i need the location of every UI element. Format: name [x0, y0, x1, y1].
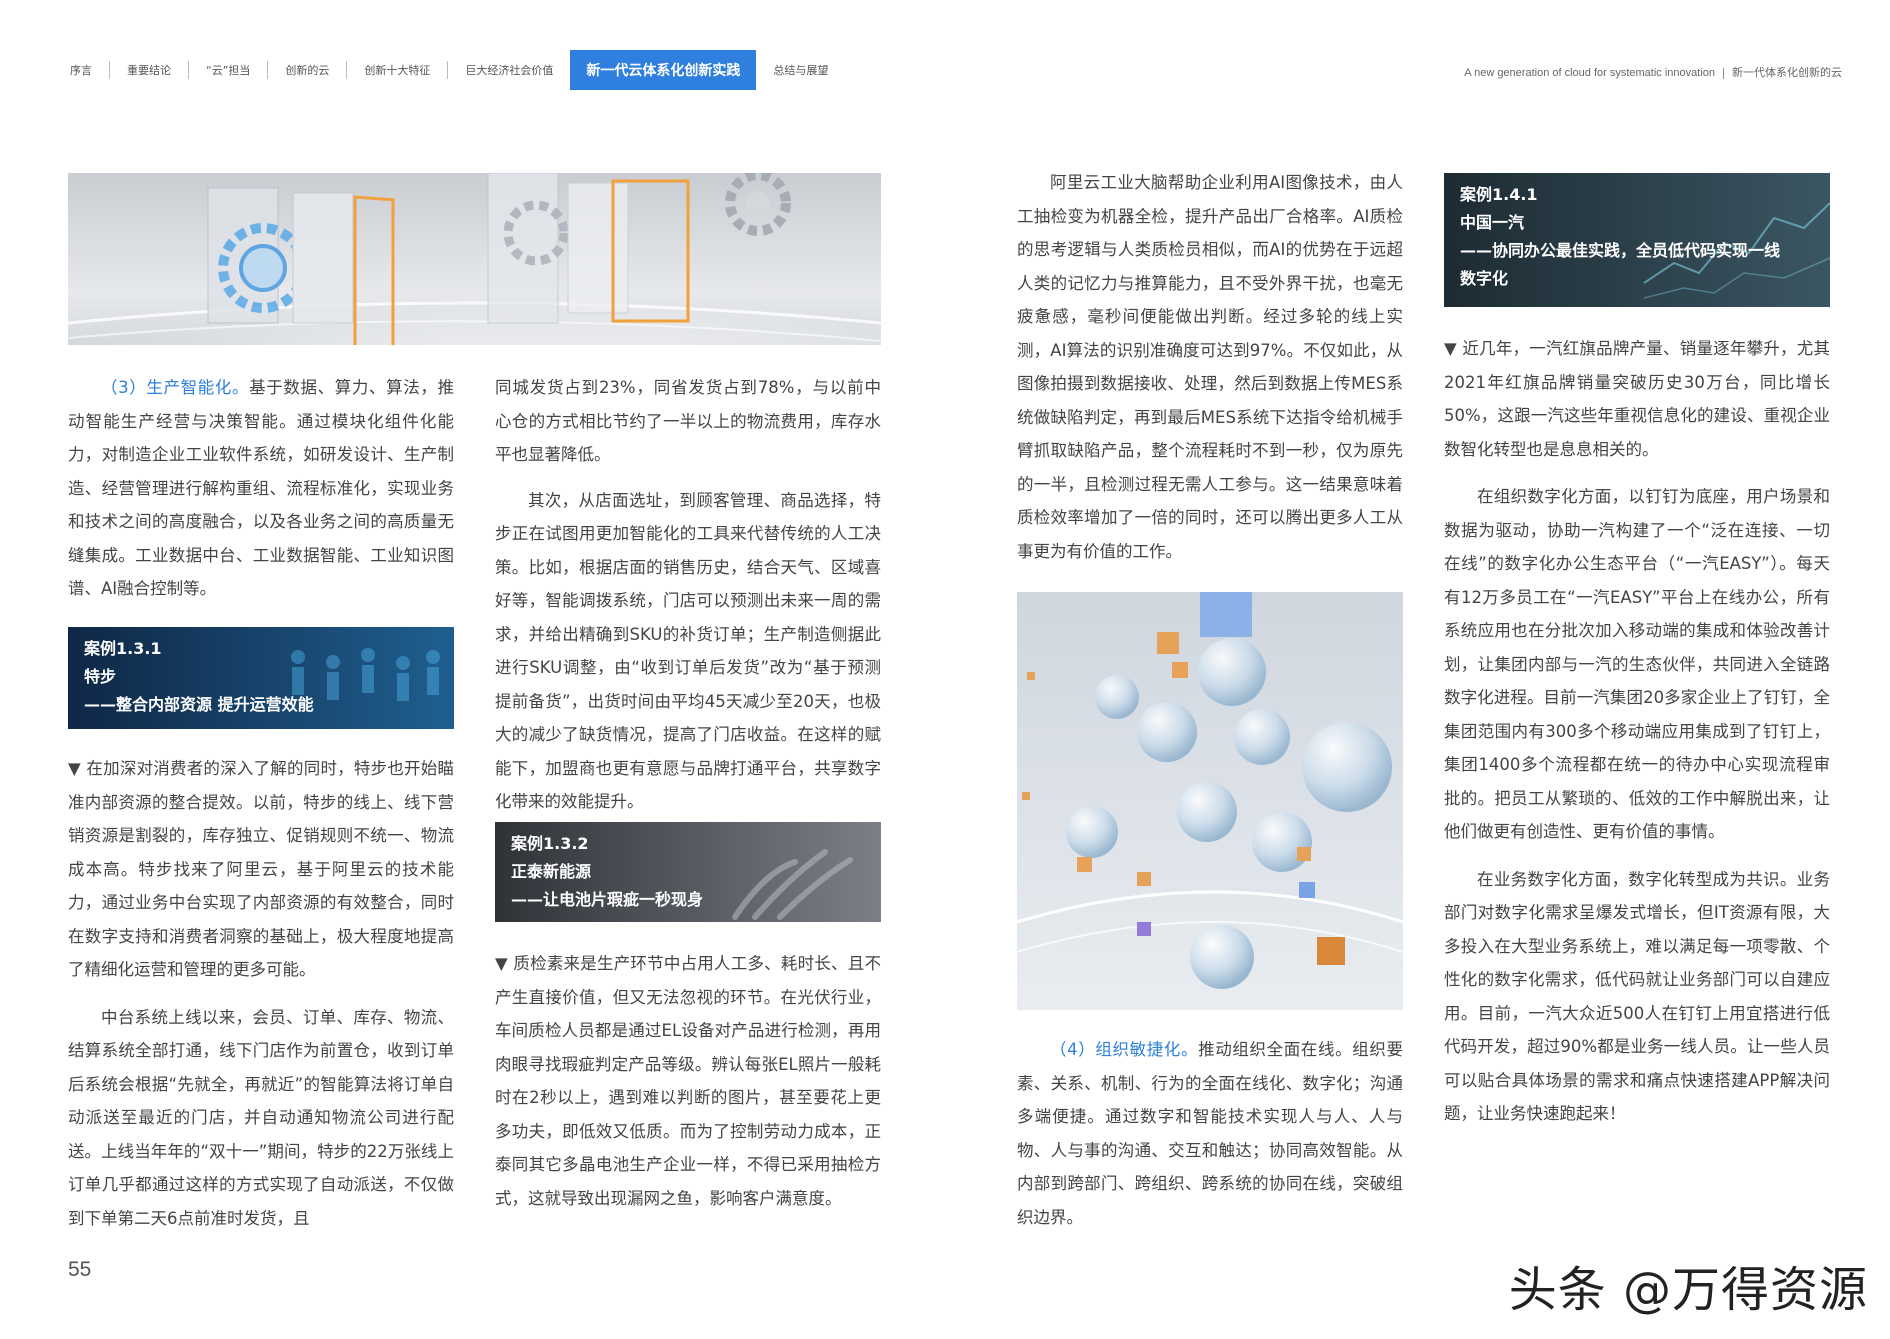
case-card-1-3-1: 案例1.3.1 特步 ——整合内部资源 提升运营效能 — [68, 627, 454, 729]
case-number: 案例1.4.1 — [1460, 185, 1538, 204]
nav-item-socioeconomic-value[interactable]: 巨大经济社会价值 — [448, 50, 570, 90]
nav-item-ten-features[interactable]: 创新十大特征 — [347, 50, 447, 90]
paragraph-smart-decisions: 其次，从店面选址，到顾客管理、商品选择，特步正在试图用更加智能化的工具来代替传统… — [495, 490, 881, 812]
paragraph-faw-growth: ▼ 近几年，一汽红旗品牌产量、销量逐年攀升，尤其2021年红旗品牌销量突破历史3… — [1444, 339, 1830, 459]
tagline-en: A new generation of cloud for systematic… — [1464, 67, 1715, 79]
tagline-divider — [1723, 67, 1724, 79]
page-number: 55 — [68, 1258, 92, 1281]
case-company: 正泰新能源 — [511, 862, 592, 881]
paragraph-middle-platform: 中台系统上线以来，会员、订单、库存、物流、结算系统全部打通，线下门店作为前置仓，… — [68, 1007, 454, 1228]
paragraph-xtep-integration: ▼ 在加深对消费者的深入了解的同时，特步也开始瞄准内部资源的整合提效。以前，特步… — [68, 759, 454, 979]
case-subtitle: ——协同办公最佳实践，全员低代码实现一线 — [1460, 241, 1781, 260]
paragraph-body: 基于数据、算力、算法，推动智能生产经营与决策智能。通过模块化组件化能力，对制造企… — [68, 378, 454, 598]
spheres-illustration — [1017, 592, 1403, 1010]
case-subtitle: ——整合内部资源 提升运营效能 — [84, 695, 314, 714]
top-nav: 序言 重要结论 “云”担当 创新的云 创新十大特征 巨大经济社会价值 新一代云体… — [62, 50, 845, 90]
column-1-lower: ▼ 在加深对消费者的深入了解的同时，特步也开始瞄准内部资源的整合提效。以前，特步… — [68, 752, 454, 1235]
nav-item-summary-outlook[interactable]: 总结与展望 — [756, 50, 845, 90]
case-card-1-3-2: 案例1.3.2 正泰新能源 ——让电池片瑕疵一秒现身 — [495, 822, 881, 922]
watermark: 头条 @万得资源 — [1508, 1262, 1868, 1318]
paragraph-body: 推动组织全面在线。组织要素、关系、机制、行为的全面在线化、数字化；沟通多端便捷。… — [1017, 1040, 1403, 1227]
header-tagline: A new generation of cloud for systematic… — [1464, 64, 1842, 80]
case-number: 案例1.3.1 — [84, 639, 162, 658]
paragraph-org-agility: （4）组织敏捷化。推动组织全面在线。组织要素、关系、机制、行为的全面在线化、数字… — [1017, 1033, 1403, 1234]
column-2: 同城发货占到23%，同省发货占到78%，与以前中心仓的方式相比节约了一半以上的物… — [495, 371, 881, 819]
paragraph-org-digitalization: 在组织数字化方面，以钉钉为底座，用户场景和数据为驱动，协助一汽构建了一个“泛在连… — [1444, 487, 1830, 841]
section-heading-3: （3）生产智能化。 — [101, 378, 250, 397]
tagline-cn: 新一代体系化创新的云 — [1732, 67, 1842, 79]
paragraph-quality-inspection: ▼ 质检素来是生产环节中占用人工多、耗时长、且不产生直接价值，但又无法忽视的环节… — [495, 954, 881, 1208]
case-company: 中国一汽 — [1460, 213, 1525, 232]
paragraph-shipping-share: 同城发货占到23%，同省发货占到78%，与以前中心仓的方式相比节约了一半以上的物… — [495, 378, 881, 464]
case-card-1-4-1: 案例1.4.1 中国一汽 ——协同办公最佳实践，全员低代码实现一线 数字化 — [1444, 173, 1830, 307]
gears-illustration — [68, 173, 881, 345]
nav-item-cloud-role[interactable]: “云”担当 — [189, 50, 267, 90]
paragraph-production-intelligence: （3）生产智能化。基于数据、算力、算法，推动智能生产经营与决策智能。通过模块化组… — [68, 371, 454, 606]
column-3: 阿里云工业大脑帮助企业利用AI图像技术，由人工抽检变为机器全检，提升产品出厂合格… — [1017, 166, 1403, 568]
nav-item-preface[interactable]: 序言 — [62, 50, 109, 90]
column-2-lower: ▼ 质检素来是生产环节中占用人工多、耗时长、且不产生直接价值，但又无法忽视的环节… — [495, 947, 881, 1215]
case-company: 特步 — [84, 667, 117, 686]
column-4: ▼ 近几年，一汽红旗品牌产量、销量逐年攀升，尤其2021年红旗品牌销量突破历史3… — [1444, 332, 1830, 1131]
image-glass-spheres — [1017, 592, 1403, 1010]
nav-item-key-conclusions[interactable]: 重要结论 — [110, 50, 188, 90]
section-heading-4: （4）组织敏捷化。 — [1050, 1040, 1199, 1059]
nav-item-new-cloud-practice[interactable]: 新一代云体系化创新实践 — [570, 50, 757, 90]
paragraph-business-digitalization: 在业务数字化方面，数字化转型成为共识。业务部门对数字化需求呈爆发式增长，但IT资… — [1444, 869, 1830, 1124]
column-3-lower: （4）组织敏捷化。推动组织全面在线。组织要素、关系、机制、行为的全面在线化、数字… — [1017, 1033, 1403, 1234]
case-subtitle-cont: 数字化 — [1460, 269, 1509, 288]
case-number: 案例1.3.2 — [511, 834, 589, 853]
paragraph-industrial-brain: 阿里云工业大脑帮助企业利用AI图像技术，由人工抽检变为机器全检，提升产品出厂合格… — [1017, 173, 1403, 561]
case-subtitle: ——让电池片瑕疵一秒现身 — [511, 890, 704, 909]
banner-image-gears — [68, 173, 881, 345]
column-1: （3）生产智能化。基于数据、算力、算法，推动智能生产经营与决策智能。通过模块化组… — [68, 371, 454, 606]
nav-item-innovative-cloud[interactable]: 创新的云 — [268, 50, 346, 90]
